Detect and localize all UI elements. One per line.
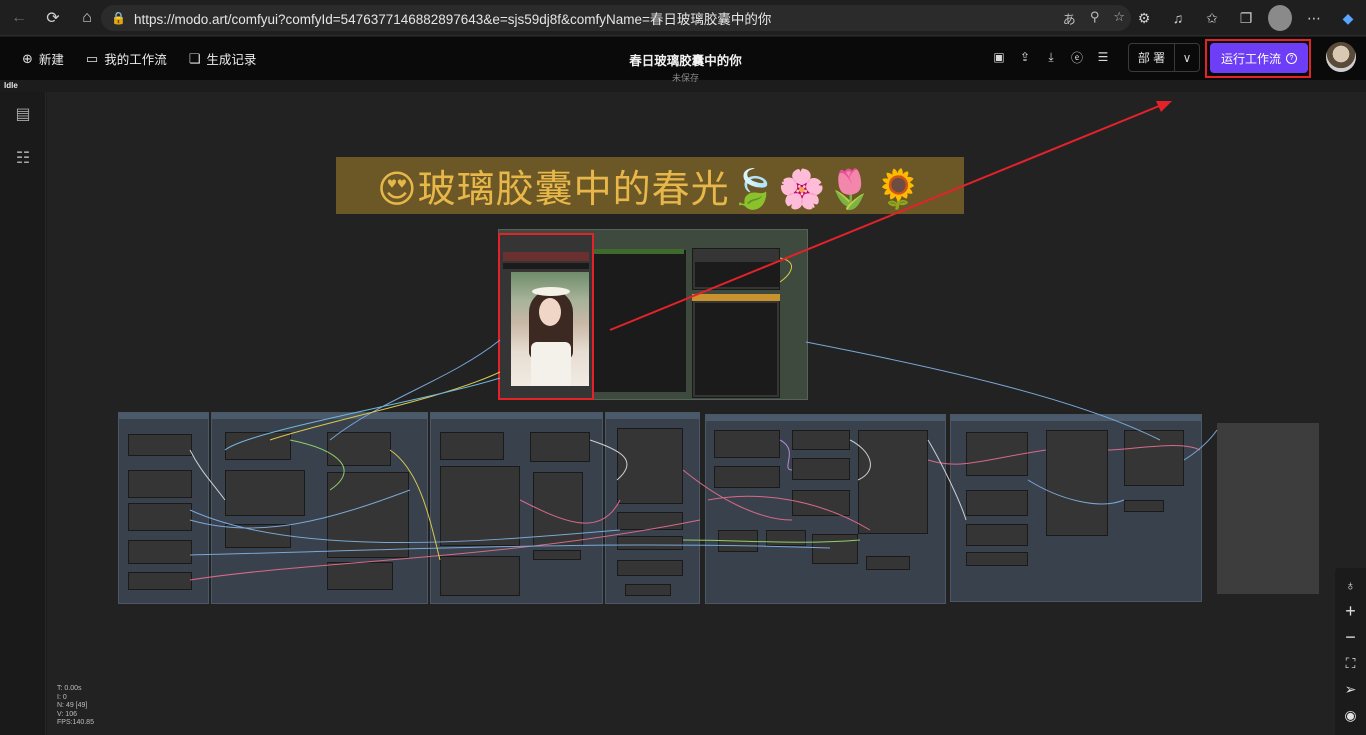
stat-fps: FPS:140.85 (57, 719, 94, 727)
canvas-toolbar: ♁ + − ⛶ ➢ ◉ (1335, 568, 1366, 735)
stat-time: T: 0.00s (57, 685, 82, 692)
connection-wires (189, 101, 1218, 581)
stat-nodes: N: 49 [49] (57, 702, 88, 710)
stat-v: V: 106 (57, 710, 77, 718)
fit-view-icon[interactable]: ⛶ (1335, 652, 1366, 674)
eye-icon[interactable]: ◉ (1335, 704, 1366, 726)
navigate-icon[interactable]: ➢ (1335, 678, 1366, 700)
stat-i: I: 0 (57, 693, 67, 701)
canvas-stats: T: 0.00s I: 0 N: 49 [49] V: 106 FPS:140.… (57, 685, 94, 728)
lightbulb-icon[interactable]: ♁ (1335, 574, 1366, 596)
zoom-out-icon[interactable]: − (1335, 626, 1366, 648)
zoom-in-icon[interactable]: + (1335, 600, 1366, 622)
